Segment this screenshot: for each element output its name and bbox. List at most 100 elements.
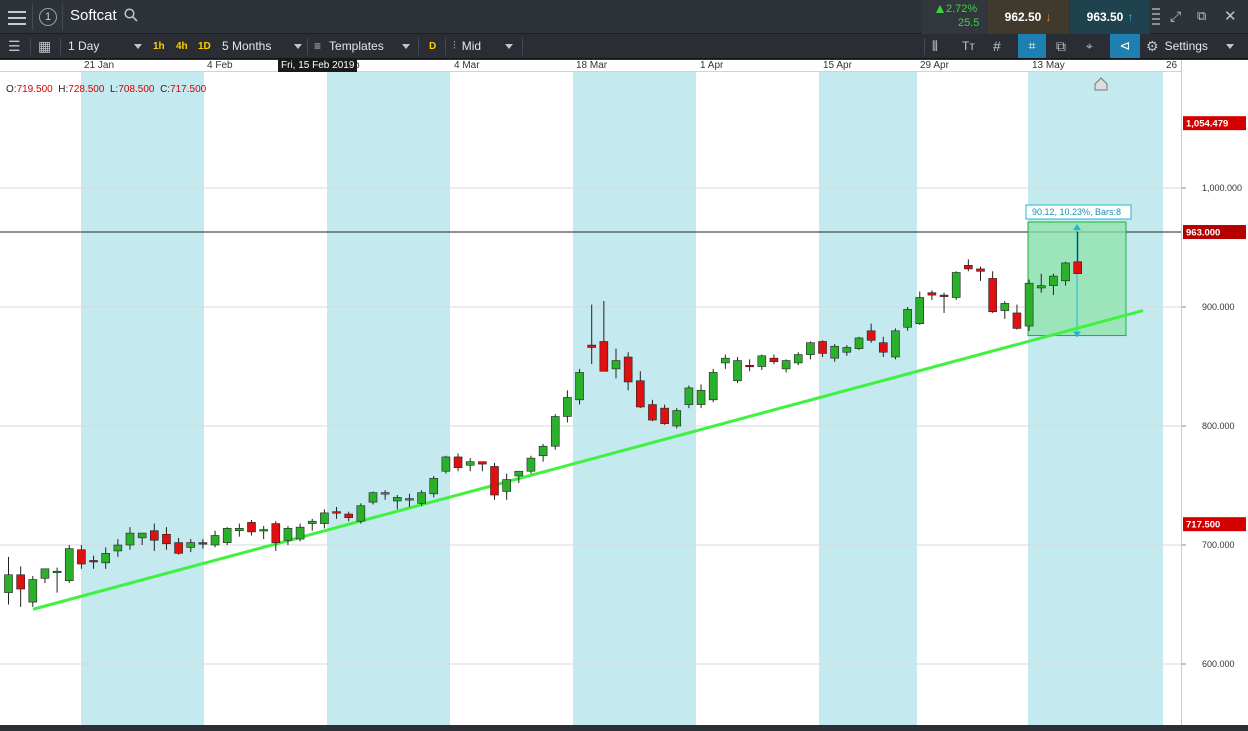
- candle-body: [1012, 312, 1022, 329]
- candle-body: [575, 372, 584, 401]
- compare-icon[interactable]: ⧉: [1056, 34, 1066, 58]
- candle-body: [478, 461, 487, 465]
- candle-body: [891, 330, 900, 358]
- candle-body: [660, 407, 669, 424]
- range-dropdown[interactable]: 5 Months: [222, 34, 304, 58]
- candle-body: [417, 492, 426, 504]
- settings-dropdown[interactable]: ⚙ Settings: [1146, 34, 1242, 58]
- symbol-name[interactable]: Softcat: [70, 7, 117, 24]
- candle-body: [502, 479, 511, 492]
- candle-body: [976, 268, 985, 272]
- candle-body: [465, 461, 475, 466]
- date-label: 15 Apr: [823, 60, 852, 71]
- candles-icon: ⫶: [453, 39, 456, 52]
- candle-body: [235, 528, 244, 532]
- shaded-band: [1028, 72, 1163, 725]
- draw-tool-icon[interactable]: ⌖: [1086, 34, 1093, 58]
- candle-body: [854, 337, 864, 349]
- popout-icon[interactable]: ⧉: [1197, 8, 1206, 24]
- axis-tick-label: 600.000: [1202, 659, 1235, 669]
- candle-body: [222, 528, 232, 543]
- candle-body: [1061, 262, 1070, 282]
- candle-body: [453, 456, 463, 468]
- indicators-icon[interactable]: ⫴: [932, 34, 938, 58]
- layout-icon[interactable]: ▦: [38, 34, 51, 58]
- candle-body: [332, 511, 341, 514]
- list-icon[interactable]: ☰: [8, 34, 21, 58]
- date-label: 4 Mar: [454, 60, 480, 71]
- gear-icon: ⚙: [1146, 37, 1159, 54]
- expand-icon[interactable]: ⤢: [1170, 8, 1181, 25]
- templates-label: Templates: [329, 39, 384, 53]
- templates-dropdown[interactable]: ≡ Templates: [314, 34, 412, 58]
- price-marker-label: 717.500: [1186, 520, 1220, 531]
- candle-body: [89, 560, 98, 563]
- price-axis[interactable]: 1,000.000 900.000 800.000 700.000 600.000 1,0…: [1181, 60, 1248, 725]
- candle-body: [307, 520, 317, 524]
- up-arrow-icon: [936, 5, 944, 13]
- interval-dropdown[interactable]: 1 Day: [68, 34, 144, 58]
- buy-button[interactable]: 963.50 ↑: [1070, 0, 1150, 34]
- candle-body: [150, 530, 159, 541]
- d-badge[interactable]: D: [429, 34, 436, 58]
- candle-body: [951, 272, 961, 298]
- candle-body: [769, 357, 779, 363]
- account-badge[interactable]: 1: [39, 8, 57, 26]
- candle-body: [745, 365, 754, 368]
- candle-body: [392, 497, 402, 502]
- sell-button[interactable]: 962.50 ↓: [987, 0, 1069, 34]
- ohlc-low: 708.500: [118, 84, 155, 95]
- candle-body: [599, 341, 609, 372]
- candle-body: [52, 570, 62, 573]
- interval-1h[interactable]: 1h: [153, 34, 165, 58]
- candle-body: [198, 542, 208, 545]
- ohlc-high: 728.500: [68, 84, 105, 95]
- candle-body: [295, 526, 305, 540]
- candle-body: [113, 544, 123, 552]
- candle-body: [344, 513, 354, 518]
- candle-body: [1073, 261, 1082, 274]
- date-label: 29 Apr: [920, 60, 949, 71]
- hover-date-tooltip: Fri, 15 Feb 2019: [278, 59, 358, 72]
- candle-body: [174, 542, 183, 554]
- bottom-border: [0, 725, 1248, 731]
- text-size-icon[interactable]: Tт: [962, 34, 975, 58]
- chart-area[interactable]: 90.12, 10.23%, Bars:8: [0, 72, 1181, 725]
- menu-icon[interactable]: [8, 9, 26, 25]
- grid-icon[interactable]: #: [993, 34, 1001, 58]
- search-icon[interactable]: [124, 8, 138, 22]
- shaded-band: [819, 72, 917, 725]
- top-bar: 1 Softcat 2.72% 25.5 962.50 ↓ 963.50 ↑ ⤢…: [0, 0, 1248, 34]
- crosshair-tool-icon[interactable]: ⌗: [1018, 34, 1046, 58]
- price-marker-label: 963.000: [1186, 228, 1220, 239]
- price-type-dropdown[interactable]: ⫶ Mid: [453, 34, 515, 58]
- price-marker-label: 1,054.479: [1186, 119, 1228, 130]
- candle-body: [684, 387, 694, 405]
- candle-body: [648, 404, 657, 421]
- candle-body: [271, 523, 281, 543]
- templates-icon: ≡: [314, 39, 322, 53]
- range-label: 5 Months: [222, 39, 272, 53]
- candle-body: [514, 470, 524, 477]
- candle-body: [842, 347, 852, 353]
- axis-tick-label: 700.000: [1202, 540, 1235, 550]
- shaded-band: [573, 72, 696, 725]
- candle-body: [380, 492, 390, 495]
- candle-body: [903, 309, 912, 328]
- drag-handle-icon[interactable]: [1152, 6, 1160, 28]
- interval-1d[interactable]: 1D: [198, 34, 211, 58]
- candle-body: [4, 574, 13, 593]
- price-chart[interactable]: 90.12, 10.23%, Bars:8: [0, 72, 1181, 725]
- candle-body: [1024, 282, 1034, 327]
- up-arrow-buy-icon: ↑: [1127, 10, 1134, 24]
- candle-body: [490, 466, 499, 496]
- label-tool-icon[interactable]: ⊲: [1110, 34, 1140, 58]
- price-axis-svg: 1,000.000 900.000 800.000 700.000 600.000 1,0…: [1182, 116, 1246, 669]
- interval-4h[interactable]: 4h: [176, 34, 188, 58]
- ohlc-close-label: C:: [160, 84, 171, 95]
- candle-body: [101, 553, 110, 564]
- date-axis: 21 Jan 4 Feb b 4 Mar 18 Mar 1 Apr 15 Apr…: [0, 60, 1185, 82]
- close-icon[interactable]: ✕: [1224, 7, 1237, 25]
- date-label: 4 Feb: [207, 60, 233, 71]
- axis-tick-label: 900.000: [1202, 302, 1235, 312]
